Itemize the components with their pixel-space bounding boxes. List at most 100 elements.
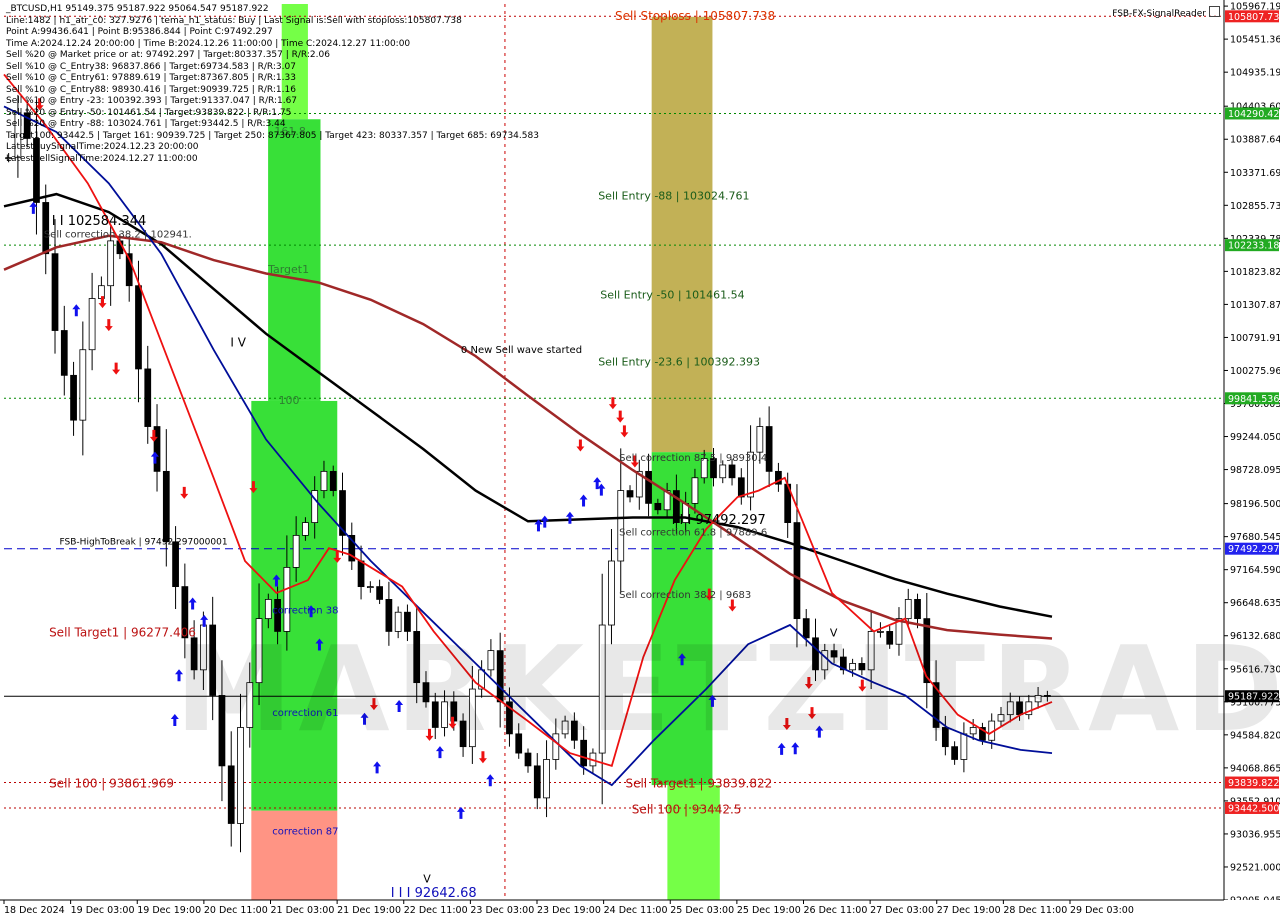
- price-tick-label: 101307.870: [1230, 300, 1280, 311]
- info-line: Time A:2024.12.24 20:00:00 | Time B:2024…: [6, 38, 411, 49]
- chart-label: Sell 100 | 93861.969: [49, 777, 174, 791]
- time-tick-label: 19 Dec 19:00: [137, 905, 201, 916]
- price-tick-label: 97680.545: [1230, 532, 1280, 543]
- info-line: LatestBuySignalTime:2024.12.23 20:00:00: [6, 142, 199, 152]
- candle-body: [626, 490, 634, 498]
- moving-average-line: [3, 192, 1053, 618]
- sell-arrow-icon: [180, 486, 189, 499]
- candle-body: [172, 541, 179, 588]
- price-tick-label: 104935.195: [1230, 68, 1280, 79]
- price-tick-label: 100275.960: [1230, 366, 1280, 377]
- price-tag-label: 99841.536: [1228, 394, 1279, 405]
- time-tick-label: 29 Dec 03:00: [1070, 905, 1134, 916]
- candle-body: [719, 464, 727, 479]
- signal-reader-label[interactable]: FSB-FX-SignalReader: [1112, 6, 1220, 19]
- chart-label: V: [423, 872, 431, 885]
- candle-body: [914, 599, 921, 620]
- buy-arrow-icon: [579, 494, 588, 507]
- signal-reader-text: FSB-FX-SignalReader: [1112, 9, 1206, 19]
- info-line: Sell %20 @ Entry -88: 103024.761 | Targe…: [6, 119, 286, 129]
- candle-body: [107, 240, 115, 287]
- chart-label: Sell Target1 | 93839.822: [625, 777, 772, 791]
- chart-label: Sell correction 61.8 | 97889.6: [619, 527, 767, 538]
- candle-body: [366, 586, 374, 589]
- info-line: Sell %20 @ Market price or at: 97492.297…: [6, 50, 330, 60]
- candle-body: [302, 522, 309, 536]
- chart-label: Sell correction 87.5 | 98930.4: [619, 453, 767, 464]
- price-tag-label: 93839.822: [1228, 778, 1279, 789]
- chart-label: I V: [230, 336, 246, 350]
- price-tick-label: 96648.635: [1230, 598, 1280, 609]
- candle-body: [617, 490, 625, 562]
- info-line: Target100: 93442.5 | Target 161: 90939.7…: [6, 130, 539, 141]
- price-tick-label: 99244.050: [1230, 432, 1280, 443]
- candle-body: [376, 586, 383, 600]
- sell-arrow-icon: [608, 397, 617, 410]
- info-line: LatestSellSignalTime:2024.12.27 11:00:00: [6, 153, 198, 164]
- candle-body: [756, 426, 764, 453]
- candle-body: [645, 470, 652, 504]
- price-tag-label: 105807.738: [1228, 12, 1280, 23]
- buy-arrow-icon: [72, 304, 81, 317]
- time-tick-label: 24 Dec 11:00: [604, 905, 668, 916]
- candle-body: [329, 470, 337, 491]
- chart-label: Sell Entry -50 | 101461.54: [600, 289, 744, 302]
- price-tag-label: 104290.429: [1228, 109, 1280, 120]
- price-tag-label: 102233.182: [1228, 241, 1280, 252]
- time-tick-label: 25 Dec 19:00: [737, 905, 801, 916]
- price-tick-label: 100791.915: [1230, 333, 1280, 344]
- chart-label: 0 New Sell wave started: [461, 345, 582, 356]
- time-tick-label: 19 Dec 03:00: [71, 905, 135, 916]
- candle-body: [51, 253, 59, 331]
- candle-body: [227, 765, 235, 824]
- price-tick-label: 103371.690: [1230, 168, 1280, 179]
- price-tick-label: 92521.000: [1230, 862, 1280, 873]
- time-tick-label: 23 Dec 03:00: [470, 905, 534, 916]
- info-line: Sell %10 @ Entry -23: 100392.393 | Targe…: [6, 96, 298, 106]
- chart-label: Sell Stoploss | 105807.738: [615, 9, 775, 23]
- price-tick-label: 93036.955: [1230, 829, 1280, 840]
- candle-body: [543, 759, 550, 799]
- price-tick-label: 103887.645: [1230, 135, 1280, 146]
- candle-body: [162, 470, 170, 543]
- chart-label: I I I 97492.297: [672, 513, 766, 528]
- buy-arrow-icon: [188, 597, 197, 610]
- info-line: Sell %10 @ C_Entry38: 96837.866 | Target…: [6, 61, 296, 72]
- candle-body: [79, 349, 87, 421]
- chart-label: Sell correction 38.2 | 102941.: [44, 230, 192, 241]
- info-line: Sell %10 @ C_Entry88: 98930.416 | Target…: [6, 84, 296, 95]
- chart-label: correction 87: [272, 826, 338, 837]
- time-tick-label: 21 Dec 03:00: [271, 905, 335, 916]
- price-tag-label: 97492.297: [1228, 544, 1279, 555]
- chart-label: 100: [279, 394, 300, 407]
- info-line: Sell %20 @ Entry -50: 101461.54 | Target…: [6, 107, 292, 118]
- candle-body: [533, 765, 541, 799]
- time-tick-label: 21 Dec 19:00: [337, 905, 401, 916]
- info-line: Point A:99436.641 | Point B:95386.844 | …: [6, 27, 273, 37]
- price-tick-label: 105451.360: [1230, 35, 1280, 46]
- chart-label: I I I 92642.68: [391, 886, 477, 901]
- checkbox-icon[interactable]: [1209, 6, 1220, 17]
- info-line: Line:1482 | h1_atr_c0: 327.9276 | tema_h…: [6, 15, 462, 26]
- watermark: MARKETZITRADE: [175, 620, 1280, 758]
- buy-arrow-icon: [565, 511, 574, 524]
- sell-arrow-icon: [112, 362, 121, 375]
- chart-label: Sell 100 | 93442.5: [632, 802, 742, 816]
- price-tick-label: 94068.865: [1230, 763, 1280, 774]
- chart-label: Sell Entry -88 | 103024.761: [598, 189, 749, 202]
- chart-label: FSB-HighToBreak | 97492.297000001: [60, 537, 228, 547]
- candle-body: [728, 464, 736, 479]
- sell-arrow-icon: [616, 410, 625, 423]
- candle-body: [70, 374, 77, 421]
- signal-info-panel: _BTCUSD,H1 95149.375 95187.922 95064.547…: [6, 4, 539, 165]
- candle-body: [691, 477, 699, 504]
- candle-body: [264, 599, 272, 620]
- buy-arrow-icon: [486, 774, 495, 787]
- time-tick-label: 27 Dec 03:00: [870, 905, 934, 916]
- buy-arrow-icon: [456, 806, 465, 819]
- price-tick-label: 98196.500: [1230, 499, 1280, 510]
- candle-body: [357, 560, 365, 588]
- time-tick-label: 18 Dec 2024: [4, 905, 65, 916]
- candle-body: [608, 560, 615, 626]
- price-tick-label: 98728.095: [1230, 465, 1280, 476]
